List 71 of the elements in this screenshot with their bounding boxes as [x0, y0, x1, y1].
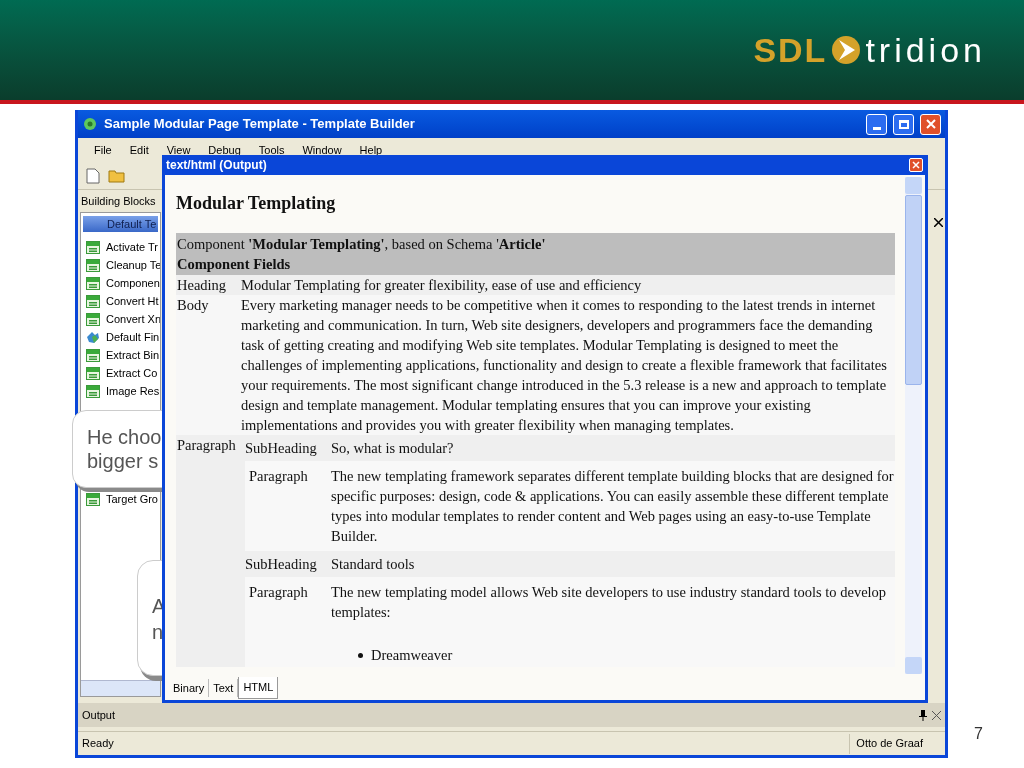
building-block-item[interactable]: Convert Xn [106, 310, 160, 328]
field-name: SubHeading [245, 555, 318, 574]
pin-icon[interactable] [918, 709, 928, 721]
template-icon [86, 294, 100, 308]
field-name: Paragraph [249, 583, 309, 602]
template-icon [86, 348, 100, 362]
building-block-item[interactable]: Target Gro [106, 490, 158, 508]
building-block-item[interactable]: Extract Bin [106, 346, 160, 364]
building-block-item[interactable]: Image Resi [106, 382, 160, 400]
field-value: Modular Templating for greater flexibility, ease of use and efficiency [241, 276, 643, 295]
menu-item[interactable]: File [94, 141, 112, 159]
window-title: Sample Modular Page Template - Template Builder [104, 115, 416, 134]
template-icon [86, 258, 100, 272]
page-heading: Modular Templating [176, 193, 337, 213]
logo-brand: SDL [753, 33, 828, 67]
callout-text: n [152, 620, 165, 645]
maximize-button[interactable] [893, 113, 914, 135]
logo-product: tridion [865, 33, 986, 67]
view-tab[interactable]: Binary [169, 679, 210, 697]
menu-item[interactable]: Edit [129, 141, 149, 159]
close-button[interactable] [909, 158, 923, 172]
field-value: Every marketing manager needs to be competitive when it comes to responding to the latest trends in internet marketing and communication. In turn, Web site designers, developers and programmers face the demanding task of getting creating and modifying Web site templates. Modular Templating is designed to meet the challenges of implementing applications, functionality and design to create a flexible framework that facilitates your requirements. The most significant change introduced in the 5.3 release is a new and approach to template design and template management. Modular templating ensures that you can improve your existing implementations and provides you with greater flexibility when managing templates. [241, 296, 888, 435]
field-value: The new templating model allows Web site developers to use industry standard tools to develop templates: [331, 583, 888, 622]
field-name: Heading [176, 276, 228, 295]
close-icon [925, 119, 936, 129]
menu-item[interactable]: Help [359, 141, 383, 159]
template-icon [86, 276, 100, 290]
template-icon [86, 384, 100, 398]
callout-text: bigger s [87, 449, 160, 473]
bullet-icon [358, 652, 363, 658]
field-value: Standard tools [331, 555, 416, 574]
sidebar-tab[interactable]: Building Blocks [81, 192, 156, 210]
template-icon [86, 492, 100, 506]
app-icon [82, 116, 98, 132]
logo-icon [831, 35, 862, 65]
menu-item[interactable]: Debug [208, 141, 241, 159]
fields-label: Component Fields [177, 255, 292, 274]
component-line: Component 'Modular Templating', based on Schema 'Article' [177, 235, 547, 254]
template-icon [86, 366, 100, 380]
status-text: Ready [82, 736, 115, 752]
puzzle-icon [86, 330, 100, 344]
field-name: Paragraph [249, 467, 309, 486]
building-block-item[interactable]: Extract Co [106, 364, 158, 382]
template-icon [86, 312, 100, 326]
page-number: 7 [974, 724, 983, 744]
building-block-item[interactable]: Convert Ht [106, 292, 159, 310]
panel-title: Output [82, 707, 117, 723]
output-window-title: text/html (Output) [165, 157, 268, 174]
status-user: Otto de Graaf [849, 733, 929, 754]
template-icon [86, 240, 100, 254]
building-block-item[interactable]: Activate Tr [106, 238, 158, 256]
close-button[interactable] [920, 113, 941, 135]
building-block-item[interactable]: Default Fin [106, 328, 160, 346]
menu-item[interactable]: View [166, 141, 191, 159]
menu-item[interactable]: Tools [258, 141, 285, 159]
list-item: Dreamweaver [371, 646, 453, 665]
group-header[interactable]: Default Te [83, 216, 158, 232]
vertical-scrollbar[interactable] [905, 177, 922, 674]
field-value: The new templating framework separates different template building blocks that are designed for specific purposes: design, code & applications. You can easily assemble these different template types into modular templates to render content and Web pages using an easy-to-use Template Builder. [331, 467, 895, 546]
field-value: So, what is modular? [331, 439, 455, 458]
view-tab[interactable]: HTML [238, 677, 279, 699]
close-icon[interactable] [934, 218, 943, 227]
field-name: Paragraph [176, 436, 237, 455]
close-icon [912, 161, 920, 169]
field-name: Body [176, 296, 210, 315]
new-file-icon[interactable] [86, 167, 100, 184]
building-block-item[interactable]: Componen [106, 274, 160, 292]
menu-item[interactable]: Window [302, 141, 342, 159]
minimize-button[interactable] [866, 113, 887, 135]
field-name: SubHeading [245, 439, 318, 458]
horizontal-scrollbar[interactable] [81, 680, 160, 696]
